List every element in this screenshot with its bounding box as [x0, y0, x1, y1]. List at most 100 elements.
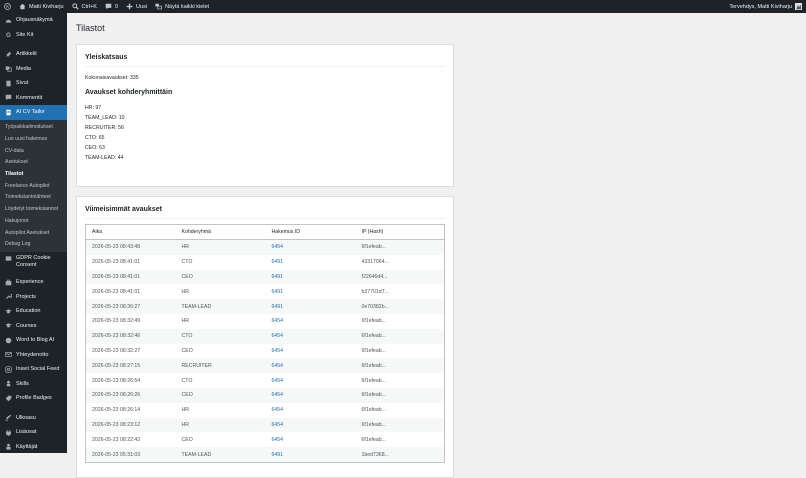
sidebar-item-skills[interactable]: Skills — [0, 377, 67, 392]
wp-logo-button[interactable]: W — [0, 0, 15, 13]
divider — [85, 218, 445, 219]
cell-application-id[interactable]: 6454 — [265, 328, 356, 344]
sidebar-item-pages[interactable]: Sivut — [0, 76, 67, 91]
cell-ip-hash: 1bed7368... — [355, 447, 445, 463]
cell-application-id[interactable]: 6454 — [266, 314, 356, 329]
segment-name: HR: — [85, 105, 94, 111]
cookie-icon — [5, 256, 12, 261]
users-icon — [6, 444, 11, 450]
cell-segment: CEO — [175, 269, 266, 285]
segment-value: 56 — [118, 125, 124, 132]
table-row: 2026-05-23 08:43:48 HR 6454 6f1efeab... — [85, 239, 445, 255]
sidebar-item-contact[interactable]: Yhteydenotto — [0, 348, 67, 363]
search-shortcut-button[interactable]: Ctrl+K — [68, 0, 101, 13]
sidebar-item-label: AI CV Tailor — [16, 109, 45, 116]
cell-application-id[interactable]: 6454 — [266, 344, 356, 359]
sidebar-item-label: Site Kit — [16, 31, 34, 38]
segment-item: HR: 97 — [85, 103, 125, 113]
sidebar-item-media[interactable]: Media — [0, 62, 67, 77]
sidebar-item-courses[interactable]: Courses — [0, 319, 67, 334]
table-row: 2026-05-23 08:23:12 HR 6454 6f1efeab... — [85, 417, 445, 433]
cell-application-id[interactable]: 6491 — [265, 299, 356, 314]
sidebar-item-posts[interactable]: Artikkelit — [0, 47, 67, 62]
comment-icon — [5, 94, 12, 101]
new-content-button[interactable]: Uusi — [122, 0, 151, 13]
submenu-item-autopilot-settings[interactable]: Autopilot Asetukset — [0, 227, 67, 239]
sidebar-item-label: GDPR Cookie Consent — [16, 255, 51, 269]
submenu-item-settings[interactable]: Asetukset — [0, 157, 67, 169]
cell-time: 2026-05-23 08:23:12 — [85, 417, 176, 433]
cell-application-id[interactable]: 6454 — [265, 417, 356, 433]
plugin-icon — [6, 429, 11, 436]
table-row: 2026-05-23 05:31:03 TEAM-LEAD 6491 1bed7368… — [85, 447, 445, 463]
segment-value: 63 — [99, 145, 105, 152]
segment-name: RECRUITER: — [85, 125, 117, 132]
sidebar-item-users[interactable]: Käyttäjät — [0, 440, 67, 453]
sidebar-item-gdpr-cookie-consent[interactable]: GDPR Cookie Consent — [0, 252, 67, 275]
segment-value: 44 — [117, 155, 124, 162]
divider — [85, 66, 445, 67]
admin-sidebar: Ohjausnäkymä G Site Kit Artikkelit Media… — [0, 13, 67, 453]
education-icon — [5, 309, 12, 314]
cell-application-id[interactable]: 6454 — [266, 403, 356, 418]
sidebar-item-projects[interactable]: Projects — [0, 290, 67, 305]
new-label: Uusi — [136, 3, 148, 10]
sidebar-item-inavii-social-feed[interactable]: Inavii Social Feed — [0, 362, 67, 377]
submenu-item-new-application[interactable]: Luo uusi hakemus — [0, 133, 67, 145]
sidebar-item-profile-badges[interactable]: Profile Badges — [0, 391, 67, 406]
account-menu[interactable]: Tervehdys, Matti Kiviharju — [725, 0, 806, 13]
sidebar-item-dashboard[interactable]: Ohjausnäkymä — [0, 13, 67, 28]
submenu-item-freelance-autopilot[interactable]: Freelance Autopilot — [0, 180, 67, 192]
cell-ip-hash: 0e70382b... — [355, 299, 445, 314]
recent-opens-title: Viimeisimmät avaukset — [85, 206, 162, 213]
admin-bar: W Matti Kiviharju Ctrl+K 0 Uusi Näytä ka… — [0, 0, 806, 13]
sidebar-item-site-kit[interactable]: G Site Kit — [0, 28, 67, 43]
cell-segment: TEAM-LEAD — [175, 299, 266, 314]
cell-application-id[interactable]: 6491 — [265, 269, 356, 285]
cell-time: 2026-05-23 08:32:27 — [92, 347, 141, 354]
cell-application-id[interactable]: 6491 — [266, 255, 356, 270]
sidebar-item-word-to-blog-ai[interactable]: Word to Blog AI — [0, 333, 67, 348]
languages-button[interactable]: Näytä kaikki kielet — [151, 0, 213, 13]
sidebar-item-label: Käyttäjät — [16, 443, 38, 450]
submenu-item-debug-log[interactable]: Debug Log — [0, 238, 67, 250]
submenu-item-found-assignments[interactable]: Löydetyt toimeksiannot — [0, 203, 67, 215]
sidebar-item-education[interactable]: Education — [0, 304, 67, 319]
cell-segment: CEO — [181, 347, 193, 354]
recent-opens-card: Viimeisimmät avaukset Aika Kohderyhmä Ha… — [76, 196, 454, 478]
sidebar-item-label: Skills — [16, 380, 29, 387]
cell-application-id[interactable]: 6454 — [265, 239, 356, 255]
page-title: Tilastot — [76, 23, 105, 33]
table-row: 2026-05-23 08:32:27 CEO 6454 6f1efeab... — [86, 344, 445, 359]
submenu-item-cv-data[interactable]: CV-data — [0, 145, 67, 157]
submenu-item-job-postings[interactable]: Työpaikkailmoitukset — [0, 122, 67, 134]
cell-application-id[interactable]: 6491 — [266, 284, 356, 299]
sidebar-item-comments[interactable]: Kommentit — [0, 91, 67, 106]
sidebar-item-experience[interactable]: Experience — [0, 275, 67, 290]
submenu-item-statistics[interactable]: Tilastot — [0, 168, 67, 180]
cell-application-id[interactable]: 6454 — [265, 387, 356, 403]
submenu-item-search-queues[interactable]: Hakujonot — [0, 215, 67, 227]
cell-application-id[interactable]: 6454 — [265, 358, 356, 374]
avatar-icon — [795, 3, 802, 10]
cell-ip-hash: 6f1efeab... — [361, 347, 387, 354]
segment-name: CEO: — [85, 145, 98, 152]
dashboard-icon — [5, 19, 12, 23]
segment-item: TEAM_LEAD: 10 — [85, 113, 125, 123]
cell-time: 2026-05-23 08:26:26 — [85, 387, 176, 403]
sidebar-item-label: Education — [16, 308, 41, 315]
cell-application-id[interactable]: 6454 — [266, 432, 356, 447]
comments-link[interactable]: 0 — [101, 0, 122, 13]
cell-application-id[interactable]: 6454 — [266, 373, 356, 388]
site-name-link[interactable]: Matti Kiviharju — [15, 0, 68, 13]
sidebar-item-plugins[interactable]: Lisäosat — [0, 425, 67, 440]
cell-segment: HR — [175, 417, 266, 433]
submenu-item-assignment-sources[interactable]: Toimeksiantolähteet — [0, 192, 67, 204]
site-name: Matti Kiviharju — [29, 3, 64, 10]
sidebar-item-label: Word to Blog AI — [16, 337, 55, 344]
cell-ip-hash: 43317064... — [361, 259, 389, 266]
sidebar-item-ai-cv-tailor[interactable]: AI CV Tailor — [0, 105, 67, 120]
cell-application-id[interactable]: 6491 — [265, 447, 356, 463]
sidebar-item-appearance[interactable]: Ulkoasu — [0, 411, 67, 426]
translation-icon — [155, 3, 163, 10]
